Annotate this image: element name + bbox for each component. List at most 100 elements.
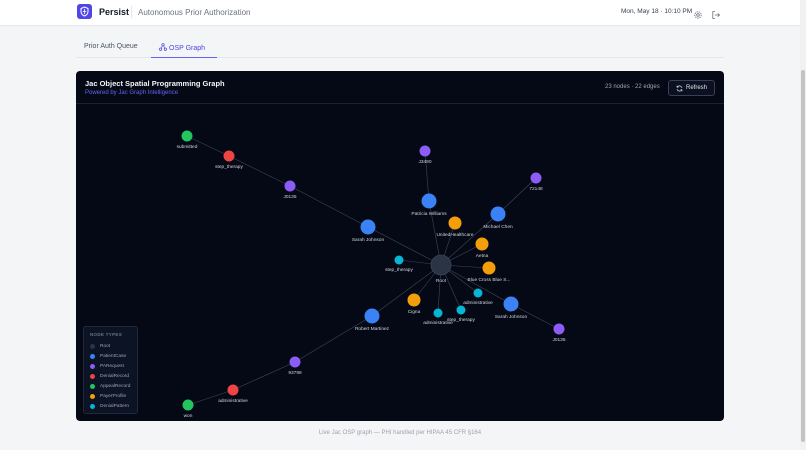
node-label: Root (436, 278, 447, 284)
node-circle[interactable] (530, 172, 542, 184)
tab-bar: Prior Auth Queue OSP Graph (76, 39, 724, 58)
gear-icon[interactable] (693, 7, 703, 19)
node-label: Cigna (408, 309, 421, 315)
graph-node[interactable]: Aetna (475, 237, 489, 260)
node-circle[interactable] (360, 219, 376, 235)
graph-node[interactable]: step_therapy (385, 255, 413, 274)
node-circle[interactable] (433, 308, 443, 318)
node-types-legend: NODE TYPES Root PatientCase PARequest Denia… (83, 326, 138, 414)
graph-node[interactable]: Cigna (407, 293, 421, 316)
graph-node[interactable]: submitted (177, 130, 198, 151)
legend-label: PatientCase (100, 353, 127, 359)
node-label: 72148 (529, 186, 543, 192)
graph-node[interactable]: J0135 (552, 323, 566, 344)
node-label: Sarah Johnson (495, 314, 528, 320)
graph-node[interactable]: Root (430, 254, 452, 284)
graph-node[interactable]: J0135 (283, 180, 297, 201)
node-circle[interactable] (407, 293, 421, 307)
node-circle[interactable] (364, 308, 380, 324)
node-circle[interactable] (473, 288, 483, 298)
node-label: Aetna (476, 253, 489, 259)
graph-node[interactable]: step_therapy (447, 305, 475, 324)
app-header: Persist Autonomous Prior Authorization M… (0, 0, 800, 26)
node-label: step_therapy (215, 164, 243, 170)
graph-edge (232, 361, 296, 391)
header-divider (131, 6, 132, 18)
node-label: Blue Cross Blue S... (468, 277, 511, 283)
legend-label: DenialPattern (100, 403, 130, 409)
graph-edge (289, 185, 369, 228)
graph-node[interactable]: Robert Martinez (355, 308, 390, 333)
graph-node[interactable]: won (182, 399, 194, 420)
tab-osp-graph[interactable]: OSP Graph (151, 39, 217, 58)
legend-label: AppealRecord (100, 383, 131, 389)
node-circle[interactable] (223, 150, 235, 162)
graph-node[interactable]: Michael Chen (483, 206, 513, 231)
graph-edge (440, 264, 512, 305)
node-label: J3490 (418, 159, 431, 165)
graph-node[interactable]: Sarah Johnson (352, 219, 385, 244)
graph-node[interactable]: Blue Cross Blue S... (468, 261, 511, 284)
node-circle[interactable] (227, 384, 239, 396)
node-circle[interactable] (448, 216, 462, 230)
node-circle[interactable] (430, 254, 452, 276)
node-label: won (184, 414, 193, 419)
node-label: J0135 (283, 194, 296, 200)
brand-name: Persist (99, 7, 130, 17)
legend-label: PayerProfile (100, 393, 127, 399)
graph-node[interactable]: Sarah Johnson (495, 296, 528, 321)
node-circle[interactable] (503, 296, 519, 312)
graph-node[interactable]: J3490 (418, 145, 432, 166)
node-label: submitted (177, 144, 198, 150)
brand-subtitle: Autonomous Prior Authorization (138, 8, 251, 17)
graph-node[interactable]: step_therapy (215, 150, 243, 171)
node-circle[interactable] (482, 261, 496, 275)
node-label: step_therapy (447, 317, 475, 323)
osp-graph-canvas[interactable]: Root submitted step_therapy J0135 Sarah John… (76, 71, 724, 421)
node-label: Sarah Johnson (352, 237, 385, 243)
node-circle[interactable] (421, 193, 437, 209)
graph-edge (424, 150, 430, 202)
tab-label: OSP Graph (169, 45, 206, 52)
legend-dot (90, 394, 95, 399)
scrollbar-thumb[interactable] (801, 70, 805, 442)
graph-edge (294, 315, 373, 363)
graph-edge (228, 155, 291, 187)
node-circle[interactable] (182, 399, 194, 411)
node-circle[interactable] (456, 305, 466, 315)
legend-dot (90, 344, 95, 349)
graph-icon (159, 43, 167, 51)
logout-icon[interactable] (711, 7, 721, 19)
graph-node[interactable]: UnitedHealthcare (436, 216, 474, 239)
tab-label: Prior Auth Queue (84, 43, 138, 50)
node-label: 93798 (288, 370, 302, 376)
node-label: UnitedHealthcare (436, 232, 473, 238)
legend-label: Root (100, 343, 111, 349)
node-label: Robert Martinez (355, 326, 390, 332)
node-circle[interactable] (419, 145, 431, 157)
graph-edge (497, 177, 537, 215)
shield-logo-icon (77, 4, 92, 19)
page-scrollbar[interactable] (800, 0, 806, 450)
tab-prior-auth-queue[interactable]: Prior Auth Queue (84, 39, 146, 58)
legend-dot (90, 364, 95, 369)
node-circle[interactable] (475, 237, 489, 251)
graph-node[interactable]: 93798 (288, 356, 302, 377)
node-label: step_therapy (385, 267, 413, 273)
node-label: administrative (218, 398, 248, 404)
node-circle[interactable] (490, 206, 506, 222)
legend-title: NODE TYPES (90, 332, 123, 337)
current-datetime: Mon, May 18 · 10:10 PM (621, 8, 693, 15)
graph-node[interactable]: administrative (463, 288, 493, 307)
node-circle[interactable] (289, 356, 301, 368)
graph-node[interactable]: administrative (218, 384, 248, 405)
node-label: Patricia Williams (411, 211, 447, 217)
graph-node[interactable]: Patricia Williams (411, 193, 447, 218)
node-circle[interactable] (181, 130, 193, 142)
node-circle[interactable] (284, 180, 296, 192)
legend-dot (90, 354, 95, 359)
legend-label: DenialRecord (100, 373, 130, 379)
node-circle[interactable] (553, 323, 565, 335)
node-label: J0135 (552, 337, 565, 343)
node-circle[interactable] (394, 255, 404, 265)
